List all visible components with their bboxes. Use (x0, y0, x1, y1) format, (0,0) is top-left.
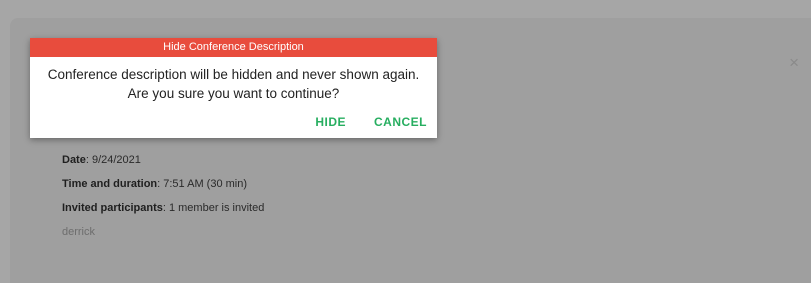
time-row: Time and duration: 7:51 AM (30 min) (62, 177, 264, 201)
dialog-message: Conference description will be hidden an… (30, 65, 437, 103)
dialog-message-line2: Are you sure you want to continue? (127, 86, 340, 101)
dialog-message-line1: Conference description will be hidden an… (47, 67, 420, 82)
time-value: : 7:51 AM (30 min) (157, 178, 248, 190)
date-label: Date (62, 154, 86, 166)
cancel-button[interactable]: CANCEL (374, 115, 427, 129)
close-icon[interactable]: × (789, 54, 799, 71)
hide-button[interactable]: HIDE (315, 115, 346, 129)
participants-label: Invited participants (62, 202, 163, 214)
hide-description-dialog: Hide Conference Description Conference d… (30, 38, 437, 138)
participant-item: derrick (62, 225, 264, 249)
date-value: : 9/24/2021 (85, 154, 141, 166)
date-row: Date: 9/24/2021 (62, 153, 264, 177)
participants-value: : 1 member is invited (162, 202, 265, 214)
participant-name: derrick (62, 226, 96, 238)
time-label: Time and duration (62, 178, 158, 190)
conference-details: Date: 9/24/2021 Time and duration: 7:51 … (62, 153, 264, 249)
dialog-actions: HIDE CANCEL (315, 115, 427, 129)
participants-row: Invited participants: 1 member is invite… (62, 201, 264, 225)
dialog-title: Hide Conference Description (30, 38, 437, 57)
